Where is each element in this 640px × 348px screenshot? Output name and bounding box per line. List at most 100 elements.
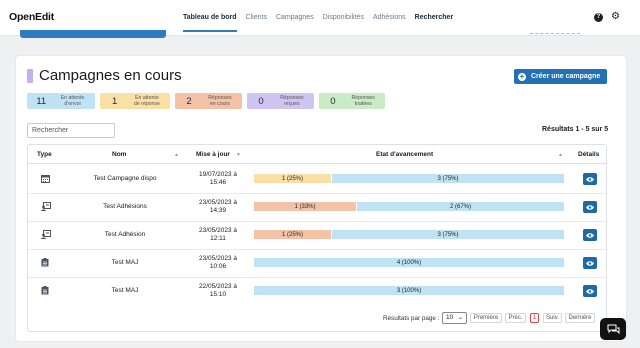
header-name[interactable]: Nom <box>112 151 126 158</box>
status-badge[interactable]: 11 En attente d'envoi <box>27 93 95 109</box>
status-badge[interactable]: 0 Réponses reçues <box>247 93 314 109</box>
badge-label-line2: traitées <box>354 101 372 107</box>
sort-name-icon[interactable]: ▲ <box>174 152 179 158</box>
view-details-button[interactable] <box>583 229 597 241</box>
clipboard-icon <box>41 258 50 267</box>
help-icon[interactable]: ? <box>594 13 603 22</box>
app-logo[interactable]: OpenEdit <box>9 11 54 23</box>
search-input[interactable] <box>27 123 115 138</box>
row-divider <box>28 193 606 194</box>
create-campaign-label: Créer une campagne <box>531 73 601 80</box>
progress-segment: 1 (25%) <box>254 230 331 239</box>
calendar-icon <box>41 174 50 183</box>
gear-icon[interactable]: ⚙ <box>611 11 620 22</box>
page-prev-button[interactable]: Préc. <box>505 313 526 323</box>
updated-date-line2: 12:11 <box>210 235 226 242</box>
badge-label: Réponses traitées <box>347 95 380 107</box>
badge-label-line2: d'envoi <box>64 101 81 107</box>
chevron-down-icon: ⌄ <box>457 315 463 321</box>
nav-dashboard[interactable]: Tableau de bord <box>183 14 237 32</box>
badge-label-line2: reçues <box>284 101 300 107</box>
eye-icon <box>586 204 594 210</box>
main-nav: Tableau de bord Clients Campagnes Dispon… <box>183 14 453 32</box>
progress-segment: 2 (67%) <box>357 202 564 211</box>
badge-label: En attente de réponse <box>129 95 164 107</box>
per-page-value: 10 <box>446 314 454 321</box>
badge-label: Réponses en cours <box>203 95 237 107</box>
view-details-button[interactable] <box>583 257 597 269</box>
updated-date: 23/05/2023 à 12:11 <box>193 227 243 243</box>
updated-date-line1: 23/05/2023 à <box>199 199 237 206</box>
badge-count: 2 <box>186 95 192 107</box>
membership-icon <box>41 202 51 211</box>
per-page-select[interactable]: 10 ⌄ <box>442 312 467 324</box>
sort-updated-icon[interactable]: ▼ <box>236 152 241 158</box>
scrolled-button-edge <box>20 30 166 38</box>
view-details-button[interactable] <box>583 201 597 213</box>
updated-date: 23/05/2023 à 14:39 <box>193 199 243 215</box>
badge-label-line2: en cours <box>209 101 230 107</box>
nav-availabilities[interactable]: Disponibilités <box>323 14 364 32</box>
updated-date-line2: 14:39 <box>209 207 227 214</box>
nav-clients[interactable]: Clients <box>246 14 267 32</box>
eye-icon <box>586 260 594 266</box>
row-divider <box>28 221 606 222</box>
nav-search[interactable]: Rechercher <box>415 14 454 32</box>
header-type[interactable]: Type <box>37 151 52 158</box>
campaign-name: Test MAJ <box>111 287 139 294</box>
updated-date-line2: 15:46 <box>209 179 227 186</box>
chat-button[interactable] <box>600 318 626 340</box>
badge-count: 1 <box>112 95 118 107</box>
clipboard-icon <box>41 286 50 295</box>
page-next-button[interactable]: Suiv. <box>543 313 562 323</box>
title-accent <box>27 69 33 83</box>
badge-label: Réponses reçues <box>275 95 309 107</box>
progress-segment: 3 (75%) <box>332 174 564 183</box>
updated-date-line1: 23/05/2023 à <box>199 227 237 234</box>
page-current-button[interactable]: 1 <box>530 313 539 323</box>
updated-date-line1: 23/05/2023 à <box>199 255 237 262</box>
updated-date-line1: 22/05/2023 à <box>199 283 237 290</box>
nav-memberships[interactable]: Adhésions <box>373 14 406 32</box>
progress-segment: 3 (100%) <box>254 286 564 295</box>
sort-progress-icon[interactable]: ▲ <box>558 152 563 158</box>
page-first-button[interactable]: Première <box>470 313 502 323</box>
chat-icon <box>607 324 619 334</box>
updated-date: 23/05/2023 à 10:06 <box>193 255 243 271</box>
updated-date-line2: 15:10 <box>209 291 227 298</box>
progress-segment: 3 (75%) <box>332 230 564 239</box>
membership-icon <box>41 230 51 239</box>
status-badge[interactable]: 2 Réponses en cours <box>175 93 242 109</box>
badge-label-line2: de réponse <box>133 101 160 107</box>
updated-date-line1: 19/07/2023 à <box>199 171 237 178</box>
page-title: Campagnes en cours <box>39 67 182 84</box>
table-header-divider <box>28 163 606 164</box>
row-divider <box>28 277 606 278</box>
header-progress[interactable]: Etat d'avancement <box>376 151 433 158</box>
create-campaign-button[interactable]: + Créer une campagne <box>514 69 607 84</box>
badge-count: 0 <box>258 95 264 107</box>
updated-date: 22/05/2023 à 15:10 <box>193 283 243 299</box>
view-details-button[interactable] <box>583 285 597 297</box>
per-page-label: Résultats par page : <box>383 315 440 322</box>
scrolled-divider <box>530 33 580 38</box>
updated-date: 19/07/2023 à 15:46 <box>193 171 243 187</box>
status-badge[interactable]: 0 Réponses traitées <box>319 93 385 109</box>
eye-icon <box>586 288 594 294</box>
badge-count: 11 <box>36 95 47 107</box>
nav-campaigns[interactable]: Campagnes <box>276 14 314 32</box>
campaign-name: Test Adhésions <box>103 203 147 210</box>
plus-icon: + <box>518 71 526 81</box>
progress-segment: 1 (25%) <box>254 174 331 183</box>
results-count: Résultats 1 - 5 sur 5 <box>542 126 609 133</box>
badge-count: 0 <box>330 95 336 107</box>
campaign-name: Test Campagne dispo <box>93 175 157 182</box>
header-details: Détails <box>578 151 600 158</box>
page-last-button[interactable]: Dernière <box>565 313 595 323</box>
eye-icon <box>586 232 594 238</box>
status-badge[interactable]: 1 En attente de réponse <box>100 93 170 109</box>
progress-segment: 1 (33%) <box>254 202 356 211</box>
header-updated[interactable]: Mise à jour <box>196 151 230 158</box>
row-divider <box>28 249 606 250</box>
view-details-button[interactable] <box>583 173 597 185</box>
